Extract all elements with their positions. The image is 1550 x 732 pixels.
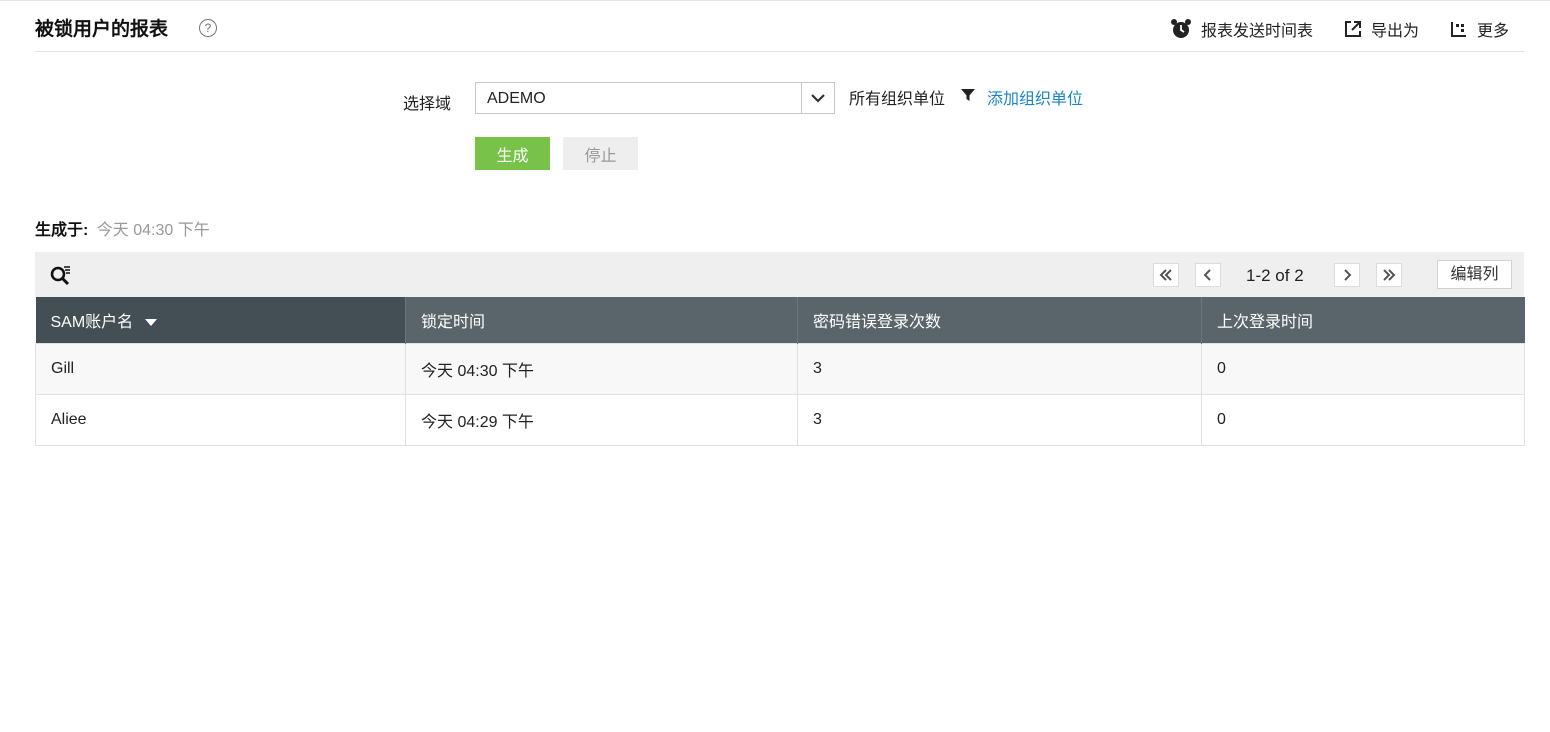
filter-icon[interactable] [961,88,975,102]
generated-at-value: 今天 04:30 下午 [96,222,210,239]
cell-sam-account: Gill [35,343,406,395]
cell-bad-password-count: 3 [797,394,1202,446]
table-header-row: SAM账户名 锁定时间 密码错误登录次数 上次登录时间 [35,297,1525,344]
page-title: 被锁用户的报表 [35,19,169,40]
cell-locked-time: 今天 04:30 下午 [405,343,798,395]
cell-sam-account: Aliee [35,394,406,446]
last-page-button[interactable] [1376,263,1402,287]
alarm-clock-icon [1171,19,1191,38]
report-table: SAM账户名 锁定时间 密码错误登录次数 上次登录时间 Gill 今天 04:3… [35,297,1525,446]
schedule-report-label: 报表发送时间表 [1201,23,1314,40]
chevron-right-icon [1344,269,1352,281]
next-page-button[interactable] [1334,263,1360,287]
help-icon[interactable]: ? [199,19,217,37]
ou-label: 所有组织单位 [849,91,946,108]
generated-at: 生成于: 今天 04:30 下午 [35,216,210,240]
export-label: 导出为 [1371,23,1420,40]
domain-label: 选择域 [403,96,452,113]
chevron-left-icon [1203,269,1211,281]
cell-locked-time: 今天 04:29 下午 [405,394,798,446]
cell-last-logon: 0 [1201,394,1525,446]
search-filter-icon[interactable] [50,265,72,287]
column-header-bad-password-count[interactable]: 密码错误登录次数 [797,297,1202,344]
export-icon [1345,21,1361,37]
sort-descending-icon [145,319,158,327]
add-ou-link[interactable]: 添加组织单位 [987,85,1083,109]
more-icon [1451,22,1466,37]
table-row[interactable]: Aliee 今天 04:29 下午 3 0 [35,394,1525,446]
table-row[interactable]: Gill 今天 04:30 下午 3 0 [35,343,1525,395]
column-header-label: SAM账户名 [50,314,134,331]
generate-button[interactable]: 生成 [475,137,550,170]
report-header: 被锁用户的报表 ? 报表发送时间表 导出为 更多 [35,0,1524,52]
table-toolbar: 1-2 of 2 编辑列 [35,252,1524,297]
more-button[interactable]: 更多 [1450,17,1509,41]
generated-at-label: 生成于: [35,222,89,239]
edit-columns-button[interactable]: 编辑列 [1437,260,1512,289]
domain-select[interactable]: ADEMO [475,82,835,114]
stop-button[interactable]: 停止 [563,137,638,170]
prev-page-button[interactable] [1195,263,1221,287]
column-header-locked-time[interactable]: 锁定时间 [405,297,798,344]
cell-bad-password-count: 3 [797,343,1202,395]
schedule-report-button[interactable]: 报表发送时间表 [1170,17,1313,41]
column-header-last-logon[interactable]: 上次登录时间 [1201,297,1525,344]
double-chevron-left-icon [1159,269,1172,281]
double-chevron-right-icon [1383,269,1396,281]
column-header-sam-account[interactable]: SAM账户名 [35,297,406,344]
chevron-down-icon[interactable] [801,83,834,113]
more-label: 更多 [1477,23,1510,40]
page-range: 1-2 of 2 [1246,266,1304,285]
export-button[interactable]: 导出为 [1344,17,1419,41]
cell-last-logon: 0 [1201,343,1525,395]
domain-select-value: ADEMO [487,90,546,107]
first-page-button[interactable] [1153,263,1179,287]
